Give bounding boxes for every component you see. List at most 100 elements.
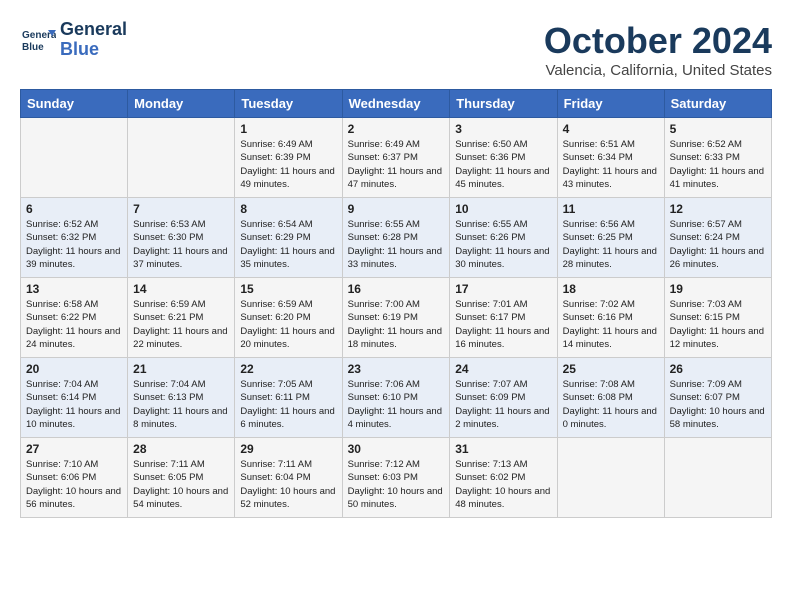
calendar-cell: 13 Sunrise: 6:58 AMSunset: 6:22 PMDaylig…	[21, 278, 128, 358]
calendar-cell: 14 Sunrise: 6:59 AMSunset: 6:21 PMDaylig…	[128, 278, 235, 358]
calendar-cell: 15 Sunrise: 6:59 AMSunset: 6:20 PMDaylig…	[235, 278, 342, 358]
calendar-cell	[21, 118, 128, 198]
calendar-week-4: 20 Sunrise: 7:04 AMSunset: 6:14 PMDaylig…	[21, 358, 772, 438]
weekday-header-row: SundayMondayTuesdayWednesdayThursdayFrid…	[21, 90, 772, 118]
logo-icon: General Blue	[20, 22, 56, 58]
day-number: 8	[240, 202, 336, 216]
day-info: Sunrise: 6:49 AMSunset: 6:39 PMDaylight:…	[240, 138, 336, 191]
day-info: Sunrise: 7:11 AMSunset: 6:05 PMDaylight:…	[133, 458, 229, 511]
day-info: Sunrise: 6:57 AMSunset: 6:24 PMDaylight:…	[670, 218, 766, 271]
calendar-cell: 12 Sunrise: 6:57 AMSunset: 6:24 PMDaylig…	[664, 198, 771, 278]
calendar-cell: 21 Sunrise: 7:04 AMSunset: 6:13 PMDaylig…	[128, 358, 235, 438]
month-title: October 2024	[544, 20, 772, 62]
day-info: Sunrise: 7:00 AMSunset: 6:19 PMDaylight:…	[348, 298, 445, 351]
day-number: 28	[133, 442, 229, 456]
day-number: 25	[563, 362, 659, 376]
day-number: 14	[133, 282, 229, 296]
day-number: 31	[455, 442, 551, 456]
day-number: 1	[240, 122, 336, 136]
day-info: Sunrise: 7:10 AMSunset: 6:06 PMDaylight:…	[26, 458, 122, 511]
calendar-cell: 25 Sunrise: 7:08 AMSunset: 6:08 PMDaylig…	[557, 358, 664, 438]
day-info: Sunrise: 7:01 AMSunset: 6:17 PMDaylight:…	[455, 298, 551, 351]
calendar-cell: 31 Sunrise: 7:13 AMSunset: 6:02 PMDaylig…	[450, 438, 557, 518]
day-info: Sunrise: 6:54 AMSunset: 6:29 PMDaylight:…	[240, 218, 336, 271]
day-info: Sunrise: 6:52 AMSunset: 6:32 PMDaylight:…	[26, 218, 122, 271]
calendar-cell: 26 Sunrise: 7:09 AMSunset: 6:07 PMDaylig…	[664, 358, 771, 438]
calendar-week-5: 27 Sunrise: 7:10 AMSunset: 6:06 PMDaylig…	[21, 438, 772, 518]
day-number: 17	[455, 282, 551, 296]
calendar-cell: 10 Sunrise: 6:55 AMSunset: 6:26 PMDaylig…	[450, 198, 557, 278]
day-number: 16	[348, 282, 445, 296]
calendar-cell: 4 Sunrise: 6:51 AMSunset: 6:34 PMDayligh…	[557, 118, 664, 198]
day-number: 15	[240, 282, 336, 296]
day-info: Sunrise: 7:08 AMSunset: 6:08 PMDaylight:…	[563, 378, 659, 431]
calendar-cell: 19 Sunrise: 7:03 AMSunset: 6:15 PMDaylig…	[664, 278, 771, 358]
calendar-cell: 7 Sunrise: 6:53 AMSunset: 6:30 PMDayligh…	[128, 198, 235, 278]
calendar-cell	[557, 438, 664, 518]
day-number: 6	[26, 202, 122, 216]
weekday-header-saturday: Saturday	[664, 90, 771, 118]
day-number: 29	[240, 442, 336, 456]
day-number: 12	[670, 202, 766, 216]
day-info: Sunrise: 6:50 AMSunset: 6:36 PMDaylight:…	[455, 138, 551, 191]
day-number: 30	[348, 442, 445, 456]
day-info: Sunrise: 6:55 AMSunset: 6:26 PMDaylight:…	[455, 218, 551, 271]
weekday-header-monday: Monday	[128, 90, 235, 118]
day-info: Sunrise: 6:59 AMSunset: 6:21 PMDaylight:…	[133, 298, 229, 351]
calendar-cell: 8 Sunrise: 6:54 AMSunset: 6:29 PMDayligh…	[235, 198, 342, 278]
day-number: 24	[455, 362, 551, 376]
day-info: Sunrise: 7:04 AMSunset: 6:14 PMDaylight:…	[26, 378, 122, 431]
calendar-cell: 11 Sunrise: 6:56 AMSunset: 6:25 PMDaylig…	[557, 198, 664, 278]
day-info: Sunrise: 6:55 AMSunset: 6:28 PMDaylight:…	[348, 218, 445, 271]
logo: General Blue General Blue	[20, 20, 127, 60]
day-number: 23	[348, 362, 445, 376]
day-number: 27	[26, 442, 122, 456]
calendar-cell: 23 Sunrise: 7:06 AMSunset: 6:10 PMDaylig…	[342, 358, 450, 438]
calendar-table: SundayMondayTuesdayWednesdayThursdayFrid…	[20, 89, 772, 518]
day-number: 5	[670, 122, 766, 136]
calendar-cell: 17 Sunrise: 7:01 AMSunset: 6:17 PMDaylig…	[450, 278, 557, 358]
day-number: 7	[133, 202, 229, 216]
calendar-cell: 3 Sunrise: 6:50 AMSunset: 6:36 PMDayligh…	[450, 118, 557, 198]
day-number: 21	[133, 362, 229, 376]
day-info: Sunrise: 6:58 AMSunset: 6:22 PMDaylight:…	[26, 298, 122, 351]
calendar-cell: 18 Sunrise: 7:02 AMSunset: 6:16 PMDaylig…	[557, 278, 664, 358]
day-info: Sunrise: 6:52 AMSunset: 6:33 PMDaylight:…	[670, 138, 766, 191]
calendar-cell: 1 Sunrise: 6:49 AMSunset: 6:39 PMDayligh…	[235, 118, 342, 198]
day-info: Sunrise: 7:09 AMSunset: 6:07 PMDaylight:…	[670, 378, 766, 431]
calendar-cell: 6 Sunrise: 6:52 AMSunset: 6:32 PMDayligh…	[21, 198, 128, 278]
day-info: Sunrise: 7:11 AMSunset: 6:04 PMDaylight:…	[240, 458, 336, 511]
day-info: Sunrise: 7:06 AMSunset: 6:10 PMDaylight:…	[348, 378, 445, 431]
weekday-header-thursday: Thursday	[450, 90, 557, 118]
day-info: Sunrise: 6:49 AMSunset: 6:37 PMDaylight:…	[348, 138, 445, 191]
weekday-header-friday: Friday	[557, 90, 664, 118]
location: Valencia, California, United States	[544, 62, 772, 79]
day-number: 2	[348, 122, 445, 136]
title-block: October 2024 Valencia, California, Unite…	[544, 20, 772, 79]
day-info: Sunrise: 7:04 AMSunset: 6:13 PMDaylight:…	[133, 378, 229, 431]
svg-text:Blue: Blue	[22, 42, 44, 53]
day-number: 10	[455, 202, 551, 216]
calendar-cell: 9 Sunrise: 6:55 AMSunset: 6:28 PMDayligh…	[342, 198, 450, 278]
day-number: 13	[26, 282, 122, 296]
calendar-cell: 2 Sunrise: 6:49 AMSunset: 6:37 PMDayligh…	[342, 118, 450, 198]
calendar-week-1: 1 Sunrise: 6:49 AMSunset: 6:39 PMDayligh…	[21, 118, 772, 198]
calendar-body: 1 Sunrise: 6:49 AMSunset: 6:39 PMDayligh…	[21, 118, 772, 518]
day-number: 26	[670, 362, 766, 376]
day-number: 4	[563, 122, 659, 136]
calendar-cell: 28 Sunrise: 7:11 AMSunset: 6:05 PMDaylig…	[128, 438, 235, 518]
calendar-cell	[664, 438, 771, 518]
weekday-header-wednesday: Wednesday	[342, 90, 450, 118]
calendar-cell: 27 Sunrise: 7:10 AMSunset: 6:06 PMDaylig…	[21, 438, 128, 518]
calendar-cell: 22 Sunrise: 7:05 AMSunset: 6:11 PMDaylig…	[235, 358, 342, 438]
day-number: 19	[670, 282, 766, 296]
calendar-cell: 5 Sunrise: 6:52 AMSunset: 6:33 PMDayligh…	[664, 118, 771, 198]
day-info: Sunrise: 6:51 AMSunset: 6:34 PMDaylight:…	[563, 138, 659, 191]
day-info: Sunrise: 6:53 AMSunset: 6:30 PMDaylight:…	[133, 218, 229, 271]
day-info: Sunrise: 7:02 AMSunset: 6:16 PMDaylight:…	[563, 298, 659, 351]
calendar-cell: 29 Sunrise: 7:11 AMSunset: 6:04 PMDaylig…	[235, 438, 342, 518]
day-number: 22	[240, 362, 336, 376]
day-info: Sunrise: 6:56 AMSunset: 6:25 PMDaylight:…	[563, 218, 659, 271]
logo-text-line2: Blue	[60, 40, 127, 60]
day-number: 3	[455, 122, 551, 136]
